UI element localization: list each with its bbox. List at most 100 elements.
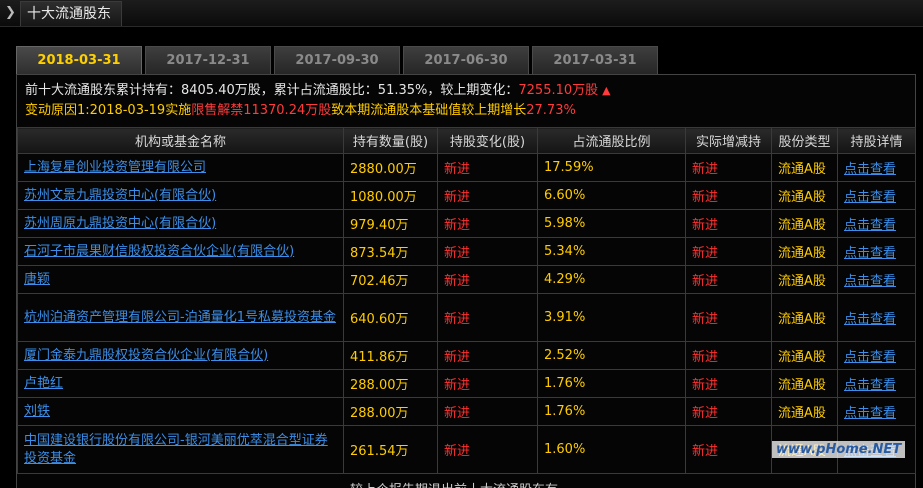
table-row: 苏州文景九鼎投资中心(有限合伙) 1080.00万 新进 6.60% 新进 流通A股 点击查…	[17, 181, 916, 210]
hold-ratio: 2.52%	[544, 348, 586, 363]
detail-link[interactable]: 点击查看	[844, 406, 896, 421]
cell-chg: 新进	[437, 237, 538, 266]
hold-change: 新进	[444, 274, 471, 289]
table-header: 机构或基金名称 持有数量(股) 持股变化(股) 占流通股比例 实际增减持 股份类…	[17, 127, 916, 154]
cell-act: 新进	[685, 369, 772, 398]
holder-name-link[interactable]: 唐颖	[24, 271, 50, 289]
cell-name: 唐颖	[17, 265, 344, 294]
detail-link[interactable]: 点击查看	[844, 274, 896, 289]
cell-type: 流通A股	[771, 181, 838, 210]
col-name: 机构或基金名称	[17, 127, 344, 154]
actual-change: 新进	[692, 312, 719, 327]
table-row: 上海复星创业投资管理有限公司 2880.00万 新进 17.59% 新进 流通A股 点击查看	[17, 153, 916, 182]
cell-chg: 新进	[437, 397, 538, 426]
tab-2017-12-31[interactable]: 2017-12-31	[145, 46, 271, 74]
cell-ratio: 4.29%	[537, 265, 686, 294]
hold-qty: 702.46万	[350, 274, 409, 289]
hold-qty: 411.86万	[350, 350, 409, 365]
actual-change: 新进	[692, 162, 719, 177]
holder-name-link[interactable]: 苏州周原九鼎投资中心(有限合伙)	[24, 215, 216, 233]
col-type: 股份类型	[771, 127, 838, 154]
actual-change: 新进	[692, 274, 719, 289]
cell-chg: 新进	[437, 341, 538, 370]
cell-ratio: 1.60%	[537, 425, 686, 474]
share-type: 流通A股	[778, 190, 826, 205]
actual-change: 新进	[692, 350, 719, 365]
table-row: 石河子市晨果财信股权投资合伙企业(有限合伙) 873.54万 新进 5.34% 新进 流通…	[17, 237, 916, 266]
hold-qty: 288.00万	[350, 378, 409, 393]
hold-ratio: 5.34%	[544, 244, 586, 259]
holder-name-link[interactable]: 上海复星创业投资管理有限公司	[24, 159, 206, 177]
hold-change: 新进	[444, 378, 471, 393]
detail-link[interactable]: 点击查看	[844, 350, 896, 365]
table-row: 刘铁 288.00万 新进 1.76% 新进 流通A股 点击查看	[17, 397, 916, 426]
cell-act: 新进	[685, 181, 772, 210]
cell-type: 流通A股	[771, 341, 838, 370]
cell-detail: 点击查看	[837, 265, 916, 294]
cell-qty: 2880.00万	[343, 153, 438, 182]
total-hold: 8405.40万股	[181, 83, 261, 98]
cell-type: 流通A股	[771, 209, 838, 238]
holder-name-link[interactable]: 中国建设银行股份有限公司-银河美丽优萃混合型证券投资基金	[24, 432, 337, 468]
holder-name-link[interactable]: 刘铁	[24, 403, 50, 421]
cell-detail: 点击查看	[837, 369, 916, 398]
detail-link[interactable]: 点击查看	[844, 378, 896, 393]
cell-detail: 点击查看	[837, 397, 916, 426]
cell-ratio: 1.76%	[537, 369, 686, 398]
hold-change: 新进	[444, 162, 471, 177]
cell-act: 新进	[685, 209, 772, 238]
detail-link[interactable]: 点击查看	[844, 162, 896, 177]
hold-qty: 873.54万	[350, 246, 409, 261]
share-type: 流通A股	[778, 406, 826, 421]
cell-chg: 新进	[437, 265, 538, 294]
hold-qty: 979.40万	[350, 218, 409, 233]
shareholder-table: 机构或基金名称 持有数量(股) 持股变化(股) 占流通股比例 实际增减持 股份类…	[17, 127, 916, 474]
hold-ratio: 17.59%	[544, 160, 594, 175]
title-bar: ❯ 十大流通股东	[0, 0, 923, 27]
hold-ratio: 1.76%	[544, 404, 586, 419]
holder-name-link[interactable]: 厦门金泰九鼎股权投资合伙企业(有限合伙)	[24, 347, 268, 365]
cell-ratio: 5.34%	[537, 237, 686, 266]
actual-change: 新进	[692, 444, 719, 459]
cell-name: 苏州周原九鼎投资中心(有限合伙)	[17, 209, 344, 238]
hold-qty: 261.54万	[350, 444, 409, 459]
cell-act: 新进	[685, 397, 772, 426]
cell-name: 杭州泊通资产管理有限公司-泊通量化1号私募投资基金	[17, 293, 344, 342]
detail-link[interactable]: 点击查看	[844, 246, 896, 261]
hold-qty: 640.60万	[350, 312, 409, 327]
cell-type: 流通A股	[771, 397, 838, 426]
hold-ratio: 3.91%	[544, 310, 586, 325]
detail-link[interactable]: 点击查看	[844, 190, 896, 205]
cell-chg: 新进	[437, 425, 538, 474]
arrow-up-icon: ▲	[602, 84, 611, 97]
detail-link[interactable]: 点击查看	[844, 218, 896, 233]
actual-change: 新进	[692, 406, 719, 421]
tab-2017-09-30[interactable]: 2017-09-30	[274, 46, 400, 74]
holder-name-link[interactable]: 杭州泊通资产管理有限公司-泊通量化1号私募投资基金	[24, 309, 336, 327]
cell-chg: 新进	[437, 209, 538, 238]
holder-name-link[interactable]: 卢艳红	[24, 375, 63, 393]
share-type: 流通A股	[778, 162, 826, 177]
actual-change: 新进	[692, 378, 719, 393]
cell-act: 新进	[685, 265, 772, 294]
hold-ratio: 4.29%	[544, 272, 586, 287]
cell-qty: 873.54万	[343, 237, 438, 266]
tab-2017-06-30[interactable]: 2017-06-30	[403, 46, 529, 74]
holder-name-link[interactable]: 石河子市晨果财信股权投资合伙企业(有限合伙)	[24, 243, 294, 261]
hold-change: 新进	[444, 190, 471, 205]
tab-2017-03-31[interactable]: 2017-03-31	[532, 46, 658, 74]
cell-qty: 979.40万	[343, 209, 438, 238]
hold-qty: 288.00万	[350, 406, 409, 421]
share-type: 流通A股	[778, 350, 826, 365]
cell-name: 厦门金泰九鼎股权投资合伙企业(有限合伙)	[17, 341, 344, 370]
reason-mid: 致本期流通股本基础值较上期增长	[331, 103, 527, 118]
col-ratio: 占流通股比例	[537, 127, 686, 154]
cell-type: 流通A股	[771, 369, 838, 398]
hold-ratio: 1.76%	[544, 376, 586, 391]
growth-value: 27.73%	[526, 103, 576, 118]
detail-link[interactable]: 点击查看	[844, 312, 896, 327]
cell-qty: 702.46万	[343, 265, 438, 294]
period-tabs: 2018-03-31 2017-12-31 2017-09-30 2017-06…	[16, 46, 916, 74]
tab-2018-03-31[interactable]: 2018-03-31	[16, 46, 142, 74]
holder-name-link[interactable]: 苏州文景九鼎投资中心(有限合伙)	[24, 187, 216, 205]
